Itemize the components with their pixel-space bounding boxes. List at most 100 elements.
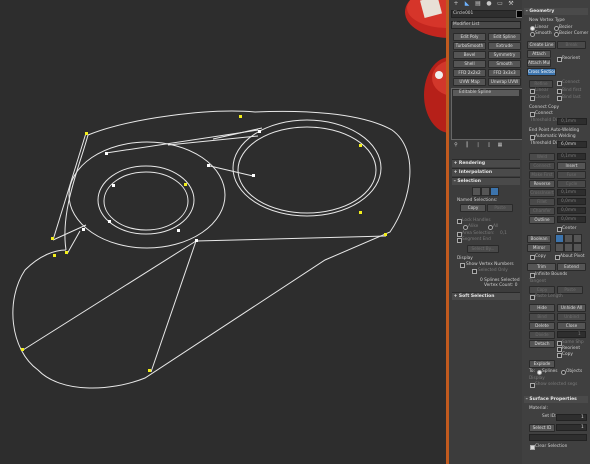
modifier-quick-button[interactable]: Bevel — [453, 51, 486, 59]
bind-button[interactable]: Bind — [529, 313, 555, 321]
modifier-quick-button[interactable]: Unwrap UVW — [488, 78, 521, 86]
modifier-quick-button[interactable]: Symmetry — [488, 51, 521, 59]
rollout-soft-selection[interactable]: + Soft Selection — [452, 292, 520, 300]
threshold-distance-field[interactable]: 0,1mm — [557, 118, 587, 125]
select-by-button[interactable]: Select By... — [467, 245, 499, 253]
modifier-quick-button[interactable]: TurboSmooth — [453, 42, 486, 50]
modify-icon[interactable]: ◣ — [462, 0, 472, 8]
modifier-quick-button[interactable]: FFD 3x3x3 — [488, 69, 521, 77]
op-button[interactable]: Reverse — [529, 180, 555, 188]
pin-stack-icon[interactable]: ⚲ — [452, 141, 460, 149]
remove-modifier-icon[interactable]: ▯ — [485, 141, 493, 149]
stack-item[interactable]: Editable Spline — [453, 90, 519, 96]
segment-mode-icon[interactable] — [481, 187, 490, 196]
op-value-field[interactable]: 0,1mm — [557, 153, 586, 160]
break-button[interactable]: Break — [557, 41, 586, 49]
delete-button[interactable]: Delete — [529, 322, 555, 330]
spline-mode-icon[interactable] — [490, 187, 499, 196]
boolean-button[interactable]: Boolean — [527, 235, 551, 243]
intersection-icon[interactable] — [573, 234, 582, 243]
lock-handles-label: Lock Handles — [462, 218, 491, 223]
paste-named-button[interactable]: Paste — [487, 204, 513, 212]
op-button[interactable]: Make First — [529, 171, 555, 179]
modifier-quick-button[interactable]: Shell — [453, 60, 486, 68]
hide-button[interactable]: Hide — [529, 304, 555, 312]
motion-icon[interactable]: ● — [484, 0, 494, 8]
rollout-rendering[interactable]: + Rendering — [452, 159, 520, 167]
modifier-quick-button[interactable]: Extrude — [488, 42, 521, 50]
plus-icon[interactable]: + — [451, 0, 461, 8]
close-button[interactable]: Close — [557, 322, 586, 330]
mirror-horizontal-icon[interactable] — [555, 243, 564, 252]
unhide-all-button[interactable]: Unhide All — [557, 304, 586, 312]
rollout-geometry[interactable]: – Geometry — [524, 8, 588, 15]
hierarchy-icon[interactable]: ▤ — [473, 0, 483, 8]
modifier-quick-button[interactable]: Edit Spline — [488, 33, 521, 41]
vertex — [384, 233, 387, 236]
right-ring-inner — [237, 126, 377, 214]
tangent-paste-button[interactable]: Paste — [557, 286, 583, 294]
attach-button[interactable]: Attach — [527, 50, 551, 58]
rollout-soft-selection-label: Soft Selection — [458, 294, 495, 299]
op-button[interactable]: Weld — [529, 153, 555, 161]
show-vertex-numbers-checkbox[interactable] — [460, 263, 465, 268]
spline-canvas[interactable] — [0, 0, 446, 464]
object-name-field[interactable]: Circle001 — [451, 10, 517, 18]
refine-button[interactable]: Refine — [529, 80, 553, 88]
select-id-field[interactable]: 1 — [556, 424, 587, 431]
modifier-stack[interactable]: Editable Spline — [451, 88, 523, 140]
attach-mult-button[interactable]: Attach Mult. — [527, 59, 551, 67]
set-id-field[interactable]: 1 — [556, 414, 587, 421]
rollout-interpolation[interactable]: + Interpolation — [452, 168, 520, 176]
mirror-button[interactable]: Mirror — [527, 244, 551, 252]
mirror-both-icon[interactable] — [573, 243, 582, 252]
trim-button[interactable]: Trim — [527, 263, 556, 271]
divide-field[interactable]: 1 — [557, 331, 586, 338]
display-icon[interactable]: ▭ — [495, 0, 505, 8]
extend-button[interactable]: Extend — [557, 263, 586, 271]
modifier-quick-button[interactable]: Smooth — [488, 60, 521, 68]
op-value-field[interactable]: 0,0mm — [557, 207, 586, 214]
vertex-mode-icon[interactable] — [472, 187, 481, 196]
modifier-quick-button[interactable]: UVW Map — [453, 78, 486, 86]
op-button-secondary[interactable]: Insert — [557, 162, 586, 170]
copy-named-button[interactable]: Copy — [460, 204, 486, 212]
weld-threshold-field[interactable]: 6,0mm — [557, 141, 587, 148]
op-value-field[interactable]: 0,0mm — [557, 216, 586, 223]
op-button-secondary[interactable]: Fuse — [557, 171, 586, 179]
linear-option-label: Linear — [535, 88, 549, 93]
explode-button[interactable]: Explode — [529, 360, 555, 368]
op-button[interactable]: Fillet — [529, 198, 555, 206]
make-unique-icon[interactable]: ❘ — [474, 141, 482, 149]
show-end-result-icon[interactable]: ┃ — [463, 141, 471, 149]
op-value-field[interactable]: 0,1mm — [557, 189, 586, 196]
vertex — [239, 115, 242, 118]
detach-button[interactable]: Detach — [529, 340, 555, 348]
op-button[interactable]: CrossInsert — [529, 189, 555, 197]
configure-sets-icon[interactable]: ▦ — [496, 141, 504, 149]
rollout-surface-properties[interactable]: – Surface Properties — [524, 396, 588, 403]
unbind-button[interactable]: Unbind — [557, 313, 586, 321]
material-name-dropdown[interactable] — [529, 434, 587, 441]
subtraction-icon[interactable] — [564, 234, 573, 243]
op-button[interactable]: Outline — [529, 216, 555, 224]
selected-only-checkbox[interactable] — [472, 269, 477, 274]
op-value-field[interactable]: 0,0mm — [557, 198, 586, 205]
modifier-quick-button[interactable]: FFD 2x2x2 — [453, 69, 486, 77]
mirror-vertical-icon[interactable] — [564, 243, 573, 252]
op-button-secondary[interactable]: Cycle — [557, 180, 586, 188]
utilities-icon[interactable]: ⚒ — [506, 0, 516, 8]
union-icon[interactable] — [555, 234, 564, 243]
op-button[interactable]: Chamfer — [529, 207, 555, 215]
create-line-button[interactable]: Create Line — [527, 41, 556, 49]
divide-button[interactable]: Divide — [529, 331, 555, 339]
bezier-corner-label: Bezier Corner — [559, 31, 589, 36]
rollout-selection[interactable]: – Selection — [452, 177, 520, 185]
cross-section-button[interactable]: Cross Section — [527, 68, 556, 76]
viewport[interactable] — [0, 0, 446, 464]
tangent-copy-button[interactable]: Copy — [529, 286, 555, 294]
op-button[interactable]: Connect — [529, 162, 555, 170]
modifier-quick-button[interactable]: Edit Poly — [453, 33, 486, 41]
select-id-button[interactable]: Select ID — [529, 424, 555, 432]
modifier-list-dropdown[interactable]: Modifier List — [451, 21, 521, 29]
